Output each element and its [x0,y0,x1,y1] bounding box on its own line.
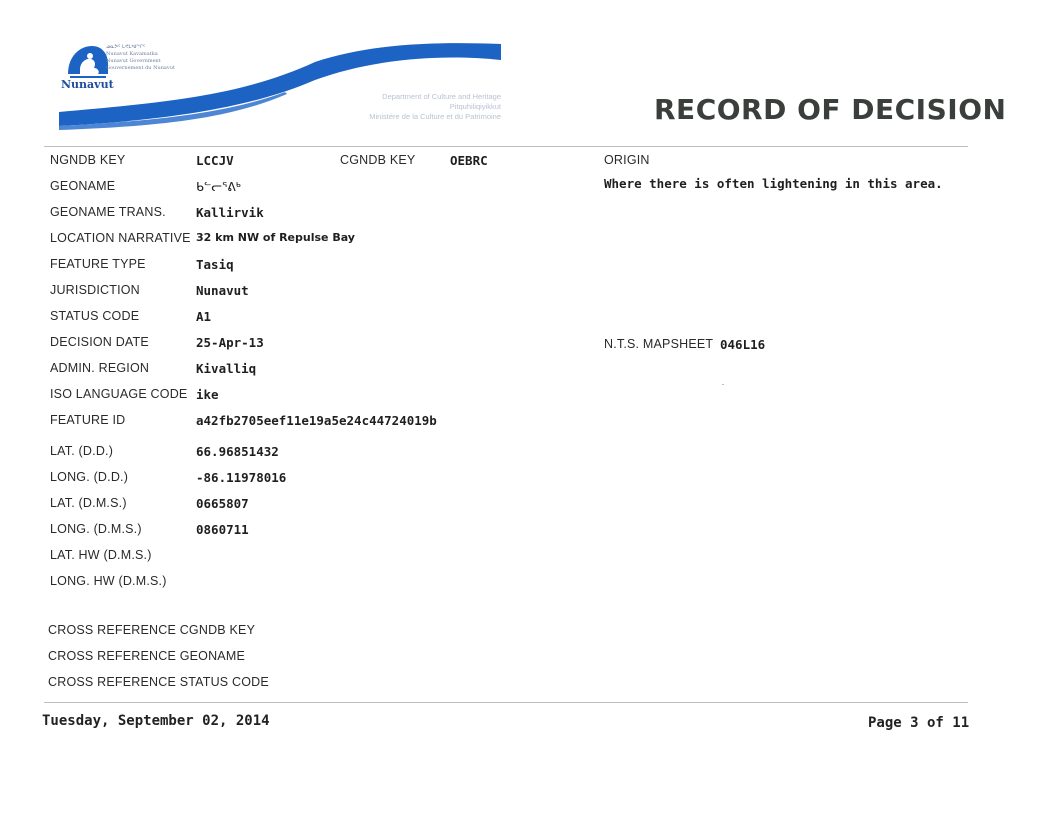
department-name-fr: Ministère de la Culture et du Patrimoine [369,112,501,121]
feature-id-value: a42fb2705eef11e19a5e24c44724019b [196,413,437,428]
decision-date-value: 25-Apr-13 [196,335,264,350]
header-divider [44,146,968,147]
origin-value: Where there is often lightening in this … [604,176,943,191]
footer-divider [44,702,968,703]
long-dms-label: LONG. (D.M.S.) [50,522,142,536]
footer-page-number: Page 3 of 11 [868,715,970,731]
lat-dms-label: LAT. (D.M.S.) [50,496,127,510]
geoname-value: ᑲᓪᓕᕐᕕᒃ [196,179,241,194]
cross-reference-geoname-label: CROSS REFERENCE GEONAME [48,649,245,663]
location-narrative-label: LOCATION NARRATIVE [50,231,191,245]
long-hw-dms-label: LONG. HW (D.M.S.) [50,574,167,588]
nts-mapsheet-value: 046L16 [720,337,766,352]
ngndb-key-label: NGNDB KEY [50,153,126,167]
lat-hw-dms-label: LAT. HW (D.M.S.) [50,548,152,562]
admin-region-value: Kivalliq [196,361,257,376]
feature-type-label: FEATURE TYPE [50,257,146,271]
ngndb-key-value: LCCJV [196,153,234,168]
iso-language-code-value: ike [196,387,219,402]
geoname-trans-label: GEONAME TRANS. [50,205,166,219]
geoname-trans-value: Kallirvik [196,205,264,220]
iso-language-code-label: ISO LANGUAGE CODE [50,387,188,401]
lat-dms-value: 0665807 [196,496,249,511]
lat-dd-label: LAT. (D.D.) [50,444,114,458]
geoname-label: GEONAME [50,179,116,193]
lat-dd-value: 66.96851432 [196,444,279,459]
cgndb-key-value: OEBRC [450,153,488,168]
long-dd-label: LONG. (D.D.) [50,470,129,484]
department-name-en: Department of Culture and Heritage [382,92,501,101]
decision-date-label: DECISION DATE [50,335,149,349]
footer-date: Tuesday, September 02, 2014 [42,713,270,729]
status-code-value: A1 [196,309,212,324]
jurisdiction-value: Nunavut [196,283,249,298]
long-dms-value: 0860711 [196,522,249,537]
department-name-iu: Pitquhiliqiyikkut [449,102,501,111]
status-code-label: STATUS CODE [50,309,140,323]
feature-id-label: FEATURE ID [50,413,126,427]
feature-type-value: Tasiq [196,257,234,272]
admin-region-label: ADMIN. REGION [50,361,150,375]
cgndb-key-label: CGNDB KEY [340,153,416,167]
location-narrative-value: 32 km NW of Repulse Bay [196,231,355,244]
document-title: RECORD OF DECISION [654,93,1007,126]
cross-reference-cgndb-key-label: CROSS REFERENCE CGNDB KEY [48,623,256,637]
scan-speck [722,384,724,385]
long-dd-value: -86.11978016 [196,470,287,485]
nts-mapsheet-label: N.T.S. MAPSHEET [604,337,714,351]
origin-label: ORIGIN [604,153,650,167]
cross-reference-status-code-label: CROSS REFERENCE STATUS CODE [48,675,269,689]
jurisdiction-label: JURISDICTION [50,283,140,297]
